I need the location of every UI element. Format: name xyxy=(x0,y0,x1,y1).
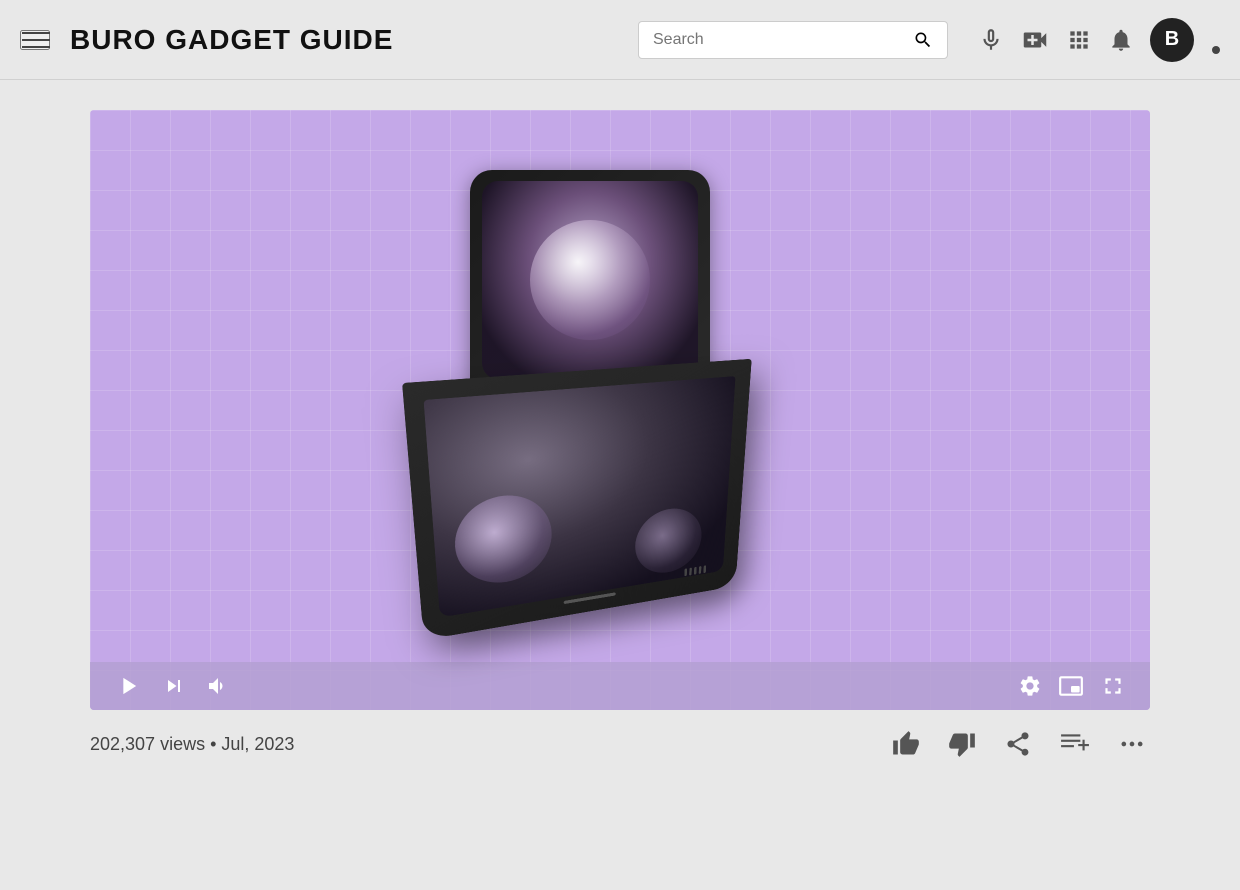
share-icon xyxy=(1004,730,1032,758)
like-icon xyxy=(892,730,920,758)
save-button[interactable] xyxy=(1056,726,1094,762)
next-icon xyxy=(162,674,186,698)
phone-upper-screen xyxy=(482,181,698,379)
more-icon xyxy=(1118,730,1146,758)
miniplayer-button[interactable] xyxy=(1058,673,1084,699)
search-bar xyxy=(638,21,948,59)
dislike-icon xyxy=(948,730,976,758)
avatar[interactable]: B xyxy=(1150,18,1194,62)
phone-illustration xyxy=(410,170,830,650)
play-button[interactable] xyxy=(114,672,142,700)
menu-button[interactable] xyxy=(20,30,50,50)
video-meta: 202,307 views • Jul, 2023 xyxy=(90,726,1150,762)
header-icons: B xyxy=(978,18,1220,62)
miniplayer-icon xyxy=(1058,673,1084,699)
phone-lower-screen xyxy=(424,376,736,617)
header: BURO GADGET GUIDE xyxy=(0,0,1240,80)
next-button[interactable] xyxy=(162,674,186,698)
settings-icon xyxy=(1018,674,1042,698)
mic-icon xyxy=(978,27,1004,53)
search-input[interactable] xyxy=(653,31,913,49)
controls-left xyxy=(114,672,230,700)
site-title[interactable]: BURO GADGET GUIDE xyxy=(70,24,393,56)
like-button[interactable] xyxy=(888,726,924,762)
create-button[interactable] xyxy=(1020,25,1050,55)
apps-button[interactable] xyxy=(1066,27,1092,53)
phone-lower-half xyxy=(402,359,752,640)
phone-upper-half xyxy=(470,170,710,390)
main-content: 202,307 views • Jul, 2023 xyxy=(0,80,1240,792)
create-icon xyxy=(1020,25,1050,55)
volume-button[interactable] xyxy=(206,674,230,698)
notifications-button[interactable] xyxy=(1108,27,1134,53)
video-controls xyxy=(90,662,1150,710)
phone-orb xyxy=(530,220,650,340)
controls-right xyxy=(1018,673,1126,699)
video-actions xyxy=(888,726,1150,762)
dislike-button[interactable] xyxy=(944,726,980,762)
grid-icon xyxy=(1066,27,1092,53)
bell-icon xyxy=(1108,27,1134,53)
video-background xyxy=(90,110,1150,710)
lower-orb-1 xyxy=(452,490,552,589)
video-player[interactable] xyxy=(90,110,1150,710)
mic-button[interactable] xyxy=(978,27,1004,53)
save-icon xyxy=(1060,730,1090,758)
volume-icon xyxy=(206,674,230,698)
share-button[interactable] xyxy=(1000,726,1036,762)
play-icon xyxy=(114,672,142,700)
fullscreen-icon xyxy=(1100,673,1126,699)
search-icon xyxy=(913,30,933,50)
search-button[interactable] xyxy=(913,30,933,50)
status-dot xyxy=(1212,46,1220,54)
video-stats: 202,307 views • Jul, 2023 xyxy=(90,734,294,755)
more-options-button[interactable] xyxy=(1114,726,1150,762)
settings-button[interactable] xyxy=(1018,674,1042,698)
fullscreen-button[interactable] xyxy=(1100,673,1126,699)
